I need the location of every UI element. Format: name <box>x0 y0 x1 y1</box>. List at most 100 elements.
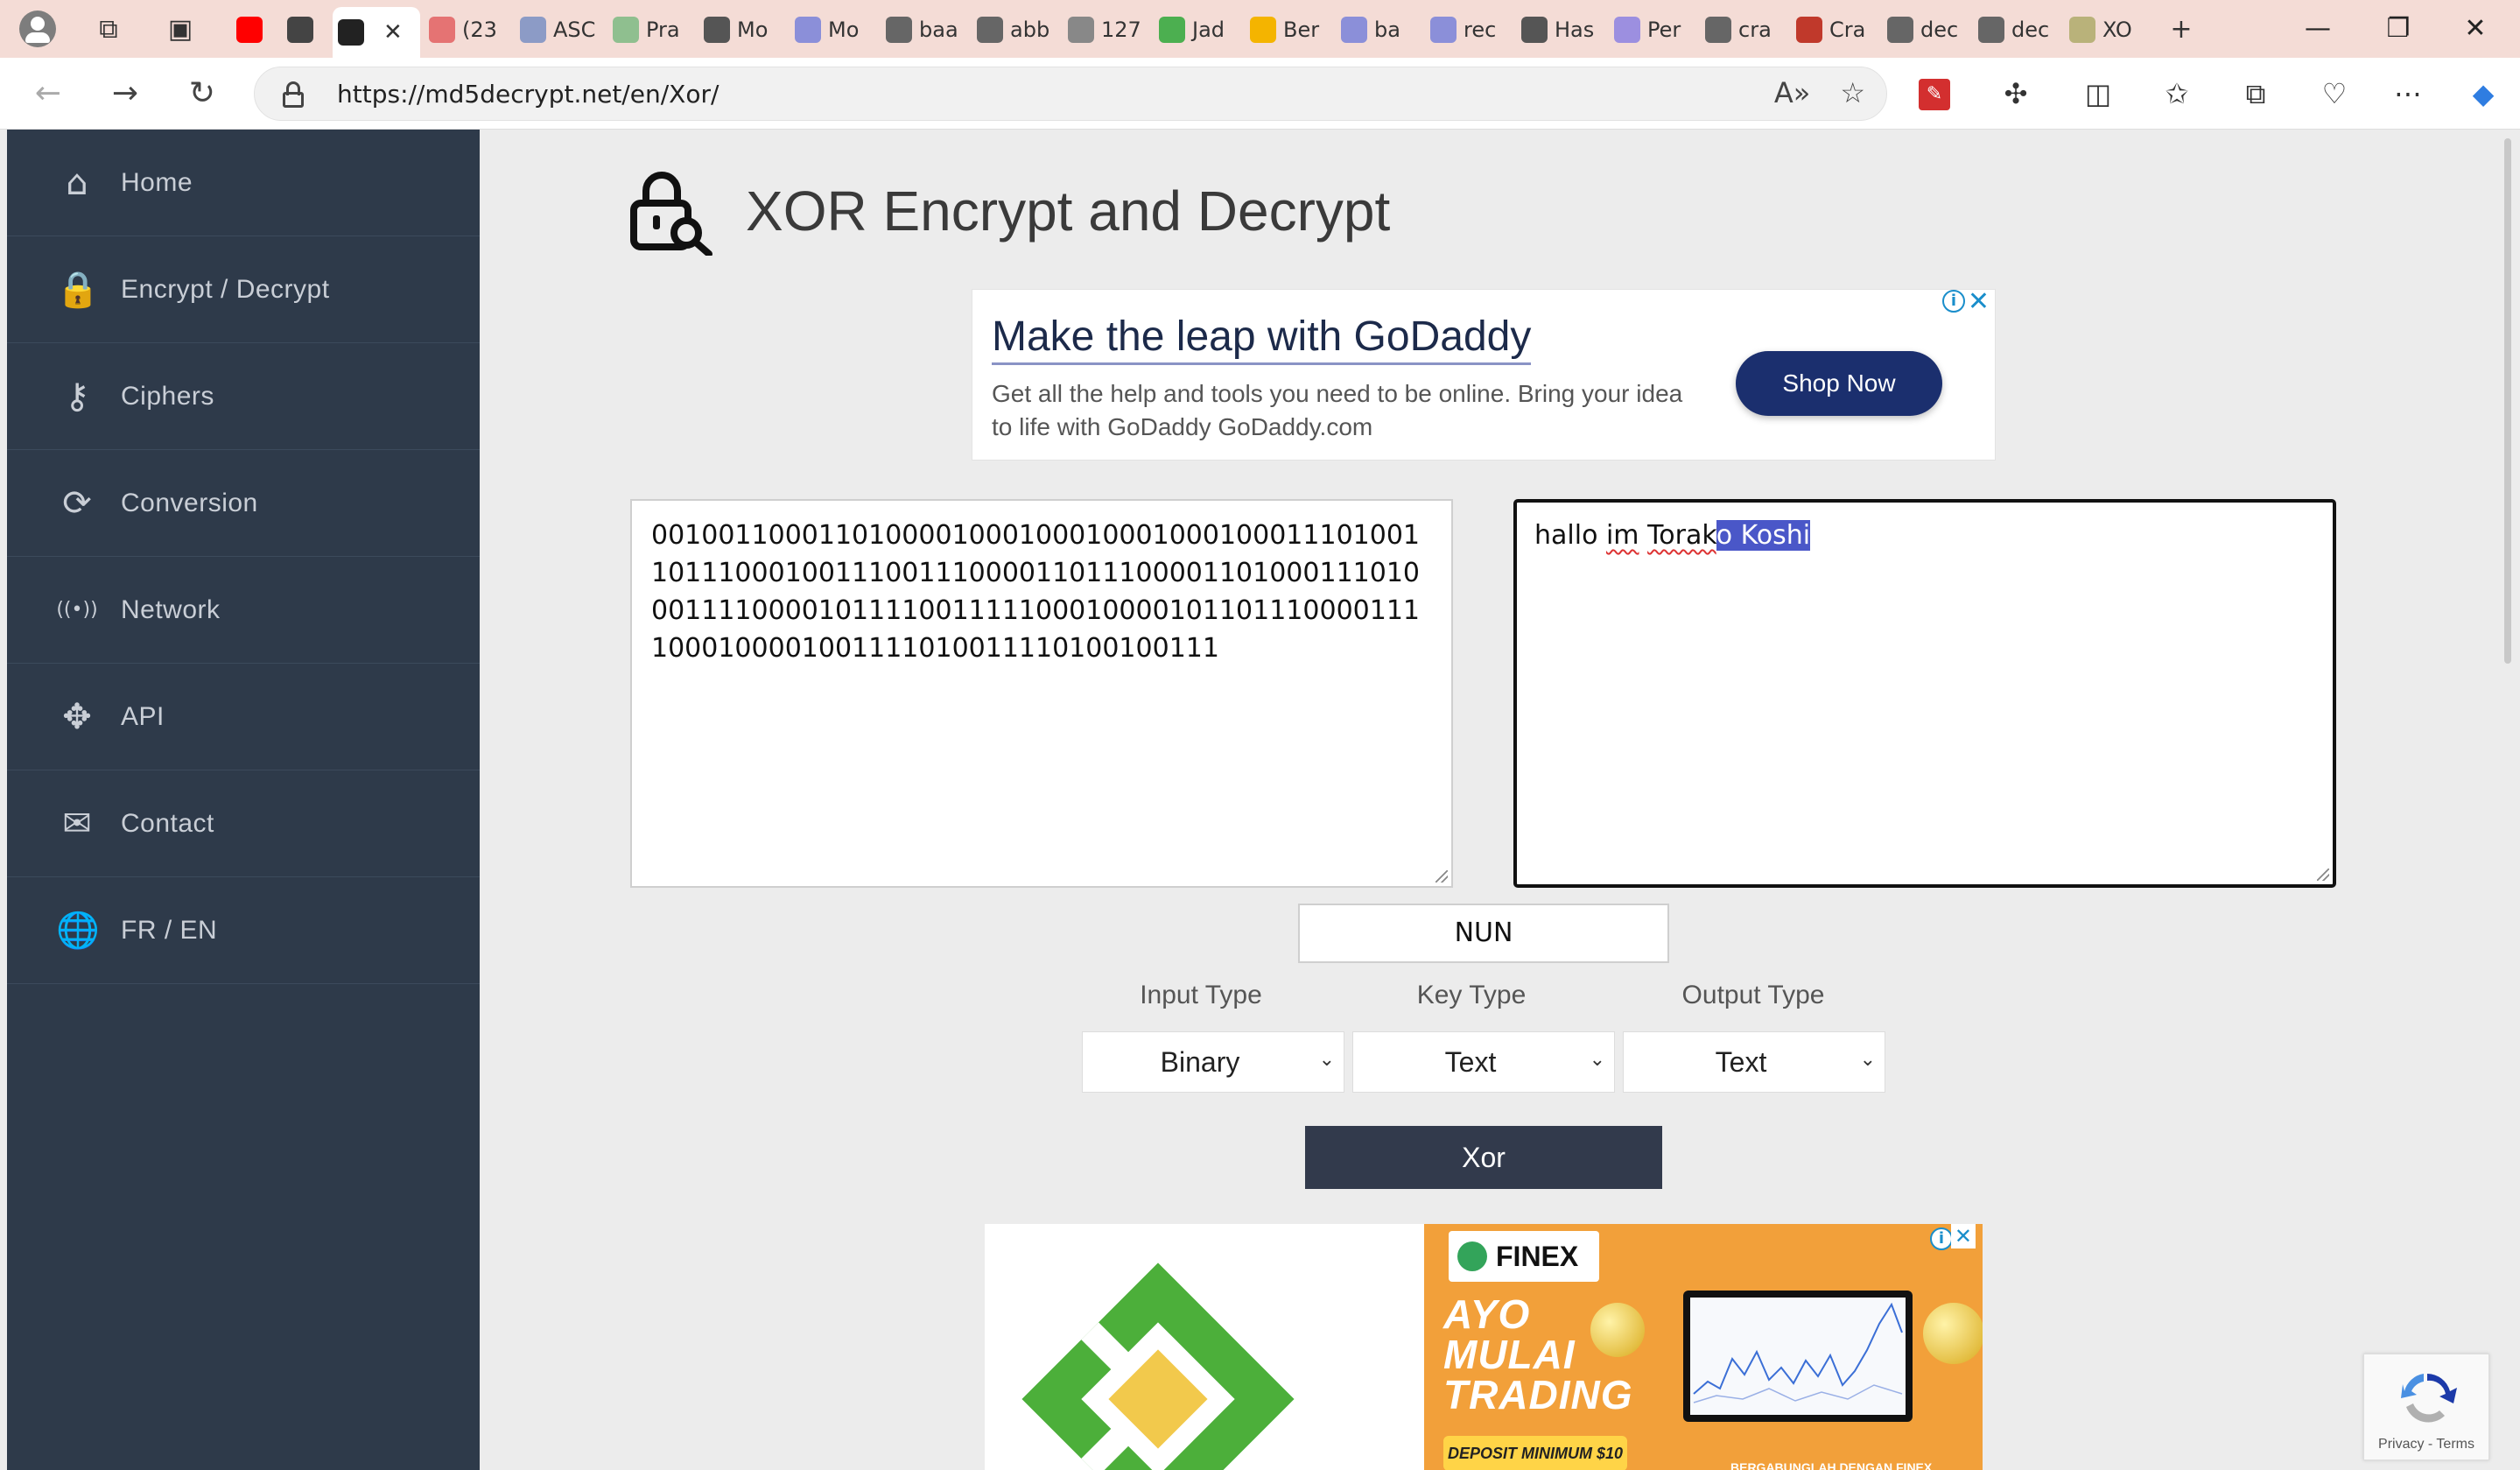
browser-essentials-icon[interactable]: ♡ <box>2314 74 2355 114</box>
browser-tab[interactable]: dec <box>1973 7 2060 53</box>
restore-button[interactable]: ❐ <box>2372 9 2425 49</box>
more-menu-icon[interactable]: ⋯ <box>2388 74 2428 114</box>
ad-body[interactable]: Get all the help and tools you need to b… <box>992 377 1709 444</box>
ad-info-icon[interactable]: i <box>1930 1227 1953 1250</box>
browser-tab[interactable]: XO <box>2064 7 2151 53</box>
workspaces-icon[interactable]: ⧉ <box>91 12 126 47</box>
chevron-down-icon: ⌄ <box>1318 1048 1335 1070</box>
browser-tab[interactable]: (23 <box>424 7 511 53</box>
reload-button[interactable]: ↻ <box>182 74 222 114</box>
sidebar-item-api[interactable]: ✥ API <box>7 664 480 770</box>
browser-tab[interactable] <box>282 7 329 53</box>
xor-button[interactable]: Xor <box>1305 1126 1662 1189</box>
browser-tab[interactable]: ba <box>1336 7 1421 53</box>
ad-info-icon[interactable]: i <box>1942 290 1965 313</box>
ad-close-icon[interactable]: ✕ <box>1968 286 1990 317</box>
browser-tab[interactable]: dec <box>1882 7 1969 53</box>
sidebar-item-ciphers[interactable]: ⚷ Ciphers <box>7 343 480 450</box>
output-type-select[interactable]: Text ⌄ <box>1623 1031 1885 1093</box>
favorite-star-icon[interactable]: ☆ <box>1840 76 1865 109</box>
sidebar-item-contact[interactable]: ✉ Contact <box>7 770 480 877</box>
recaptcha-privacy-terms[interactable]: Privacy - Terms <box>2364 1437 2488 1452</box>
extensions-puzzle-icon[interactable]: ✣ <box>1996 74 2036 114</box>
page-scrollbar[interactable] <box>2495 130 2520 1470</box>
key-type-value: Text <box>1444 1046 1497 1078</box>
page-title: XOR Encrypt and Decrypt <box>746 179 1391 243</box>
mail-icon: ✉ <box>62 803 92 844</box>
site-lock-icon[interactable] <box>283 81 304 108</box>
copilot-icon[interactable]: ◆ <box>2463 74 2503 114</box>
input-textarea[interactable]: 0010011000110100001000100010001000100011… <box>630 499 1453 888</box>
sidebar-item-fr-en[interactable]: 🌐 FR / EN <box>7 877 480 984</box>
sidebar-item-encrypt-decrypt[interactable]: 🔒 Encrypt / Decrypt <box>7 236 480 343</box>
ad-close-icon[interactable]: ✕ <box>1950 1224 1976 1248</box>
bar-icon <box>2069 17 2095 43</box>
deposit-pill: DEPOSIT MINIMUM $10 <box>1443 1436 1627 1470</box>
browser-tab[interactable]: Jad <box>1154 7 1241 53</box>
read-aloud-icon[interactable]: A» <box>1774 76 1810 109</box>
close-tab-icon[interactable]: ✕ <box>383 19 403 46</box>
refresh-icon: ⟳ <box>62 482 92 524</box>
tab-label: cra <box>1738 18 1772 42</box>
input-type-select[interactable]: Binary ⌄ <box>1082 1031 1344 1093</box>
sidebar-item-home[interactable]: ⌂ Home <box>7 130 480 236</box>
bottom-ad-left[interactable] <box>985 1224 1424 1470</box>
output-text-start: hallo <box>1534 520 1606 551</box>
tab-label: Pra <box>646 18 680 42</box>
headline-line-3: TRADING <box>1443 1372 1633 1417</box>
github-icon <box>1521 17 1548 43</box>
recaptcha-badge[interactable]: Privacy - Terms <box>2363 1354 2489 1460</box>
input-type-value: Binary <box>1160 1046 1240 1078</box>
godaddy-ad[interactable]: Make the leap with GoDaddy Get all the h… <box>972 286 1996 461</box>
browser-tab[interactable]: Ber <box>1245 7 1332 53</box>
browser-tab[interactable]: Mo <box>790 7 877 53</box>
browser-tab[interactable]: abb <box>972 7 1059 53</box>
minimize-button[interactable]: — <box>2292 9 2344 49</box>
browser-tab[interactable]: cra <box>1700 7 1787 53</box>
close-window-button[interactable]: ✕ <box>2449 9 2502 49</box>
url-text[interactable]: https://md5decrypt.net/en/Xor/ <box>337 80 719 109</box>
resize-handle[interactable] <box>2317 869 2329 881</box>
broadcast-icon: ((•)) <box>56 598 98 621</box>
browser-tab[interactable]: Cra <box>1791 7 1878 53</box>
home-icon: ⌂ <box>66 162 88 203</box>
search-icon <box>1705 17 1731 43</box>
tab-label: dec <box>2011 18 2050 42</box>
resize-handle[interactable] <box>1435 870 1448 883</box>
browser-tab[interactable]: Mo <box>698 7 786 53</box>
tab-actions-icon[interactable]: ▣ <box>163 12 198 47</box>
browser-tab[interactable]: ASC <box>515 7 604 53</box>
finex-ad[interactable]: FINEX AYO MULAI TRADING DEPOSIT MINIMUM … <box>1424 1224 1983 1470</box>
favorites-icon[interactable]: ✩ <box>2157 74 2197 114</box>
output-text[interactable]: hallo im Torako Koshi <box>1534 517 2317 554</box>
sidebar-item-network[interactable]: ((•)) Network <box>7 557 480 664</box>
tab-label: Per <box>1647 18 1681 42</box>
key-input[interactable]: NUN <box>1298 904 1669 963</box>
coin-image <box>1923 1303 1983 1364</box>
tab-label: XO <box>2102 18 2132 42</box>
url-field[interactable]: https://md5decrypt.net/en/Xor/ A» ☆ <box>254 67 1887 121</box>
browser-tab[interactable]: Has <box>1516 7 1605 53</box>
browser-tab[interactable] <box>231 7 278 53</box>
browser-tab[interactable]: baa <box>881 7 968 53</box>
key-type-select[interactable]: Text ⌄ <box>1352 1031 1615 1093</box>
browser-tab[interactable]: 127 <box>1063 7 1150 53</box>
profile-icon[interactable] <box>19 11 56 47</box>
ad-title[interactable]: Make the leap with GoDaddy <box>992 313 1532 365</box>
browser-tab[interactable]: Per <box>1609 7 1696 53</box>
browser-tab[interactable]: Pra <box>607 7 695 53</box>
collections-icon[interactable]: ⧉ <box>2236 74 2276 114</box>
input-text[interactable]: 0010011000110100001000100010001000100011… <box>651 517 1435 667</box>
forward-button[interactable]: → <box>105 74 145 114</box>
shop-now-button[interactable]: Shop Now <box>1736 351 1942 416</box>
browser-tab[interactable]: rec <box>1425 7 1513 53</box>
drive-icon <box>1250 17 1276 43</box>
scroll-thumb[interactable] <box>2504 138 2511 664</box>
back-button[interactable]: ← <box>28 74 68 114</box>
sidebar-item-conversion[interactable]: ⟳ Conversion <box>7 450 480 557</box>
extension-icon[interactable]: ✎ <box>1919 79 1950 110</box>
output-textarea[interactable]: hallo im Torako Koshi <box>1513 499 2336 888</box>
new-tab-button[interactable]: + <box>2164 12 2199 47</box>
browser-tab[interactable]: ✕ <box>333 7 420 58</box>
split-screen-icon[interactable]: ◫ <box>2078 74 2118 114</box>
